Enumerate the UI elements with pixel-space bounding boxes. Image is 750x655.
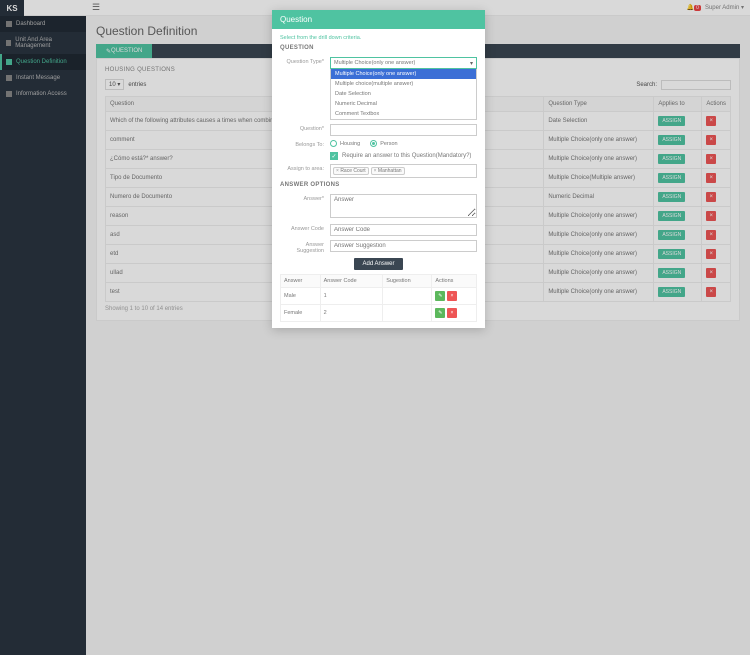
- cell-sugg: [383, 288, 432, 305]
- tag[interactable]: Race Court: [333, 167, 369, 175]
- answer-label: Answer*: [280, 194, 324, 202]
- assign-tags[interactable]: Race Court Manhattan: [330, 164, 477, 178]
- code-label: Answer Code: [280, 224, 324, 232]
- modal-title: Question: [272, 10, 485, 29]
- cell-answer: Male: [281, 288, 321, 305]
- anscol-answer: Answer: [281, 275, 321, 288]
- add-answer-button[interactable]: Add Answer: [354, 258, 402, 270]
- modal-hint: Select from the drill down criteria.: [280, 35, 477, 41]
- answer-input[interactable]: [330, 194, 477, 218]
- tag[interactable]: Manhattan: [371, 167, 405, 175]
- mandatory-label: Require an answer to this Question(Manda…: [342, 153, 471, 159]
- table-row: Female2 ✎ ×: [281, 305, 477, 322]
- delete-icon[interactable]: ×: [447, 291, 457, 301]
- qtype-dropdown: Multiple Choice(only one answer) Multipl…: [330, 69, 477, 120]
- code-input[interactable]: [330, 224, 477, 236]
- radio-icon: [330, 140, 337, 147]
- cell-answer: Female: [281, 305, 321, 322]
- mandatory-checkbox[interactable]: ✓: [330, 152, 338, 160]
- cell-code: 1: [320, 288, 383, 305]
- edit-icon[interactable]: ✎: [435, 291, 445, 301]
- belongs-housing[interactable]: Housing: [330, 140, 360, 147]
- qtype-select[interactable]: Multiple Choice(only one answer): [330, 57, 477, 69]
- qtype-option[interactable]: Multiple choice(multiple answer): [331, 79, 476, 89]
- sugg-label: Answer Suggestion: [280, 240, 324, 254]
- sugg-input[interactable]: [330, 240, 477, 252]
- cell-actions: ✎ ×: [432, 305, 477, 322]
- table-row: Male1 ✎ ×: [281, 288, 477, 305]
- cell-code: 2: [320, 305, 383, 322]
- qtype-option[interactable]: Date Selection: [331, 89, 476, 99]
- edit-icon[interactable]: ✎: [435, 308, 445, 318]
- belongs-person[interactable]: Person: [370, 140, 397, 147]
- anscol-code: Answer Code: [320, 275, 383, 288]
- section-answers: ANSWER OPTIONS: [280, 182, 477, 188]
- section-question: QUESTION: [280, 45, 477, 51]
- anscol-sugg: Sugestion: [383, 275, 432, 288]
- delete-icon[interactable]: ×: [447, 308, 457, 318]
- radio-icon: [370, 140, 377, 147]
- belongs-label: Belongs To:: [280, 140, 324, 148]
- assign-label: Assign to area:: [280, 164, 324, 172]
- anscol-actions: Actions: [432, 275, 477, 288]
- question-modal: Question Select from the drill down crit…: [272, 10, 485, 328]
- qtype-option[interactable]: Multiple Choice(only one answer): [331, 69, 476, 79]
- cell-sugg: [383, 305, 432, 322]
- answers-table: Answer Answer Code Sugestion Actions Mal…: [280, 274, 477, 322]
- qtype-label: Question Type*: [280, 57, 324, 65]
- qtype-option[interactable]: Comment Textbox: [331, 109, 476, 119]
- question-input[interactable]: [330, 124, 477, 136]
- cell-actions: ✎ ×: [432, 288, 477, 305]
- qtype-option[interactable]: Numeric Decimal: [331, 99, 476, 109]
- question-label: Question*: [280, 124, 324, 132]
